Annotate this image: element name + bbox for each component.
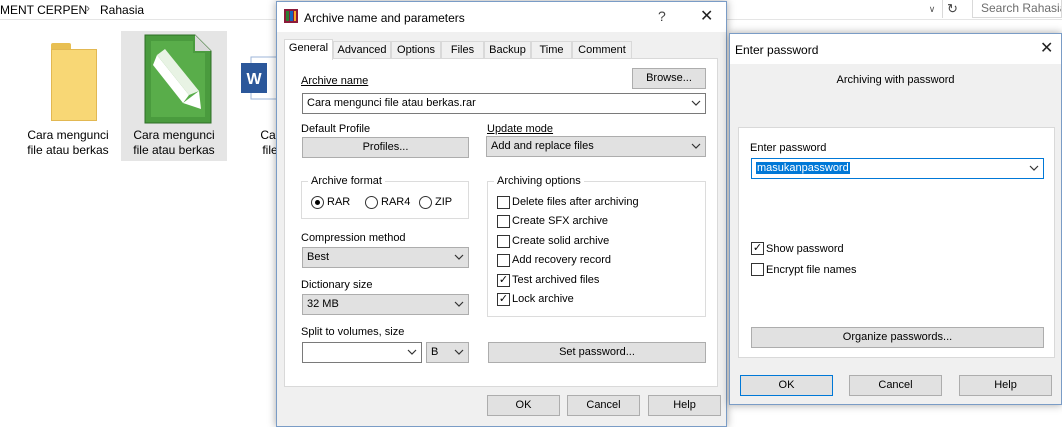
checkbox-delete-after[interactable] (497, 196, 510, 209)
radio-rar4[interactable] (365, 196, 378, 209)
explorer-search-input[interactable]: Search Rahasia (972, 0, 1062, 18)
breadcrumb-item-parent[interactable]: MENT CERPEN (0, 3, 87, 17)
help-icon[interactable]: ? (658, 8, 666, 24)
enter-password-dialog: Enter password ✕ Archiving with password… (729, 33, 1062, 405)
help-button[interactable]: Help (959, 375, 1052, 396)
folder-icon-body (51, 49, 97, 121)
tab-advanced[interactable]: Advanced (333, 41, 391, 59)
checkbox-test-archived[interactable]: ✓ (497, 274, 510, 287)
help-button[interactable]: Help (648, 395, 721, 416)
cancel-button[interactable]: Cancel (849, 375, 942, 396)
checkbox-encrypt-names[interactable] (751, 263, 764, 276)
checkbox-recovery-record[interactable] (497, 254, 510, 267)
lock-archive-label: Lock archive (512, 293, 574, 305)
tab-backup[interactable]: Backup (484, 41, 531, 59)
refresh-icon[interactable]: ↻ (942, 0, 962, 18)
enter-password-label: Enter password (750, 142, 827, 154)
password-dialog-title: Enter password (735, 43, 819, 57)
ok-button[interactable]: OK (740, 375, 833, 396)
file-tile-label: Cara mengunci file atau berkas (133, 128, 215, 157)
radio-rar[interactable] (311, 196, 324, 209)
chevron-down-icon (454, 254, 464, 260)
checkbox-lock-archive[interactable]: ✓ (497, 293, 510, 306)
radio-zip-label: ZIP (435, 196, 453, 208)
password-dialog-titlebar[interactable]: Enter password ✕ (730, 34, 1061, 64)
tab-general[interactable]: General (284, 39, 333, 60)
organize-passwords-button[interactable]: Organize passwords... (751, 327, 1044, 348)
set-password-button[interactable]: Set password... (488, 342, 706, 363)
winrar-archive-icon (144, 34, 212, 124)
file-tile-word[interactable]: W Cara m file ata (227, 31, 277, 161)
radio-rar4-label: RAR4 (381, 196, 411, 208)
archive-format-group: Archive format RAR RAR4 ZIP (301, 175, 469, 219)
radio-zip[interactable] (419, 196, 432, 209)
ok-button[interactable]: OK (487, 395, 560, 416)
checkbox-show-password[interactable]: ✓ (751, 242, 764, 255)
dictionary-size-select[interactable]: 32 MB (302, 294, 469, 315)
winrar-app-icon (284, 9, 298, 23)
password-dialog-heading: Archiving with password (836, 74, 955, 86)
chevron-down-icon (691, 100, 701, 106)
compression-method-select[interactable]: Best (302, 247, 469, 268)
solid-archive-label: Create solid archive (512, 235, 610, 247)
address-dropdown-icon[interactable]: ∨ (923, 0, 941, 18)
chevron-right-icon: › (86, 1, 90, 15)
tab-files[interactable]: Files (441, 41, 484, 59)
archive-name-input[interactable]: Cara mengunci file atau berkas.rar (302, 93, 706, 114)
dictionary-size-label: Dictionary size (301, 279, 373, 291)
delete-after-label: Delete files after archiving (512, 196, 639, 208)
tab-options[interactable]: Options (391, 41, 441, 59)
close-icon[interactable]: ✕ (700, 6, 713, 26)
checkbox-create-sfx[interactable] (497, 215, 510, 228)
archive-dialog-titlebar[interactable]: Archive name and parameters ? ✕ (277, 2, 726, 32)
create-sfx-label: Create SFX archive (512, 215, 608, 227)
file-tile-folder[interactable]: Cara mengunci file atau berkas (15, 31, 121, 161)
word-document-icon: W (241, 56, 277, 100)
general-tab-panel: Archive name Browse... Cara mengunci fil… (284, 58, 718, 387)
recovery-record-label: Add recovery record (512, 254, 612, 266)
file-tile-archive[interactable]: Cara mengunci file atau berkas (121, 31, 227, 161)
close-icon[interactable]: ✕ (1040, 38, 1053, 58)
archive-parameters-dialog: Archive name and parameters ? ✕ General … (276, 1, 727, 427)
breadcrumb-item-current[interactable]: Rahasia (100, 3, 144, 17)
chevron-down-icon (454, 349, 464, 355)
tab-comment[interactable]: Comment (572, 41, 632, 59)
update-mode-label: Update mode (487, 123, 554, 135)
chevron-down-icon (454, 301, 464, 307)
chevron-down-icon (691, 143, 701, 149)
password-input[interactable]: masukanpassword (751, 158, 1044, 179)
encrypt-names-label: Encrypt file names (766, 264, 857, 276)
password-panel: Enter password masukanpassword ✓ Show pa… (738, 127, 1055, 358)
file-tile-label: Cara m file ata (260, 128, 277, 157)
compression-method-label: Compression method (301, 232, 406, 244)
archiving-options-label: Archiving options (494, 175, 584, 187)
split-unit-select[interactable]: B (426, 342, 469, 363)
split-volumes-label: Split to volumes, size (301, 326, 405, 338)
browse-button[interactable]: Browse... (632, 68, 706, 89)
archiving-options-group: Archiving options Delete files after arc… (487, 175, 706, 317)
show-password-label: Show password (766, 243, 844, 255)
file-tile-label: Cara mengunci file atau berkas (27, 128, 109, 157)
checkbox-solid-archive[interactable] (497, 235, 510, 248)
split-volumes-input[interactable] (302, 342, 422, 363)
profiles-button[interactable]: Profiles... (302, 137, 469, 158)
test-archived-label: Test archived files (512, 274, 600, 286)
svg-text:W: W (246, 71, 262, 88)
chevron-down-icon (1029, 165, 1039, 171)
archive-name-label: Archive name (301, 75, 369, 87)
chevron-down-icon (407, 349, 417, 355)
update-mode-select[interactable]: Add and replace files (486, 136, 706, 157)
archive-dialog-title: Archive name and parameters (304, 11, 465, 25)
cancel-button[interactable]: Cancel (567, 395, 640, 416)
archive-format-label: Archive format (308, 175, 385, 187)
default-profile-label: Default Profile (301, 123, 371, 135)
tab-time[interactable]: Time (531, 41, 572, 59)
radio-rar-label: RAR (327, 196, 351, 208)
